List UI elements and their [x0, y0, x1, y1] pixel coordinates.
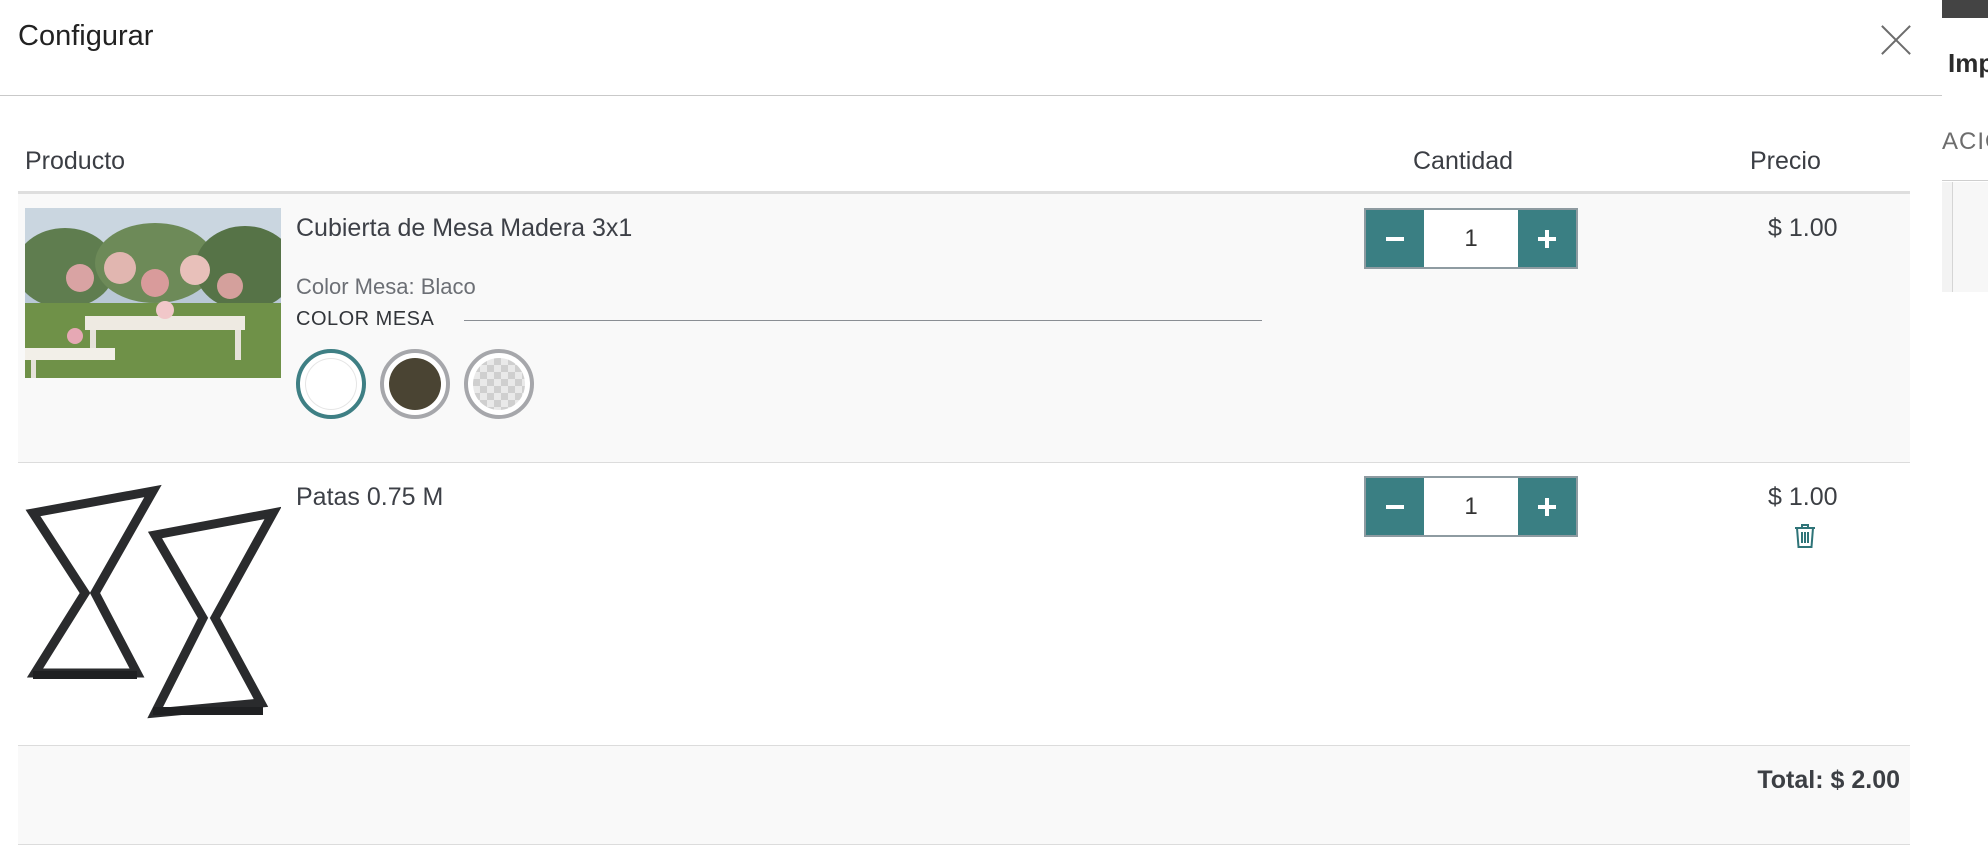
- table-row: Cubierta de Mesa Madera 3x1 Color Mesa: …: [18, 194, 1910, 463]
- quantity-input[interactable]: 1: [1424, 210, 1518, 267]
- quantity-input[interactable]: 1: [1424, 478, 1518, 535]
- product-name: Patas 0.75 M: [296, 483, 444, 511]
- quantity-stepper: 1: [1364, 208, 1578, 269]
- plus-icon[interactable]: [1518, 478, 1576, 535]
- close-icon[interactable]: [1876, 20, 1916, 60]
- configure-dialog: Configurar Producto Cantidad Precio Cubi…: [0, 0, 1942, 866]
- quantity-stepper: 1: [1364, 476, 1578, 537]
- table-row: Patas 0.75 M 1 $ 1.00: [18, 463, 1910, 746]
- plus-icon[interactable]: [1518, 210, 1576, 267]
- attribute-value-text: Color Mesa: Blaco: [296, 274, 476, 299]
- swatch-color: [473, 358, 525, 410]
- trash-icon[interactable]: [1794, 523, 1816, 549]
- background-field-right: [1953, 182, 1988, 292]
- total-row: Total: $ 2.00: [18, 746, 1910, 845]
- minus-icon[interactable]: [1366, 478, 1424, 535]
- product-image-garden-table: [25, 208, 281, 378]
- product-image-table-legs: [25, 473, 281, 733]
- swatch-color: [389, 358, 441, 410]
- attribute-label: COLOR MESA: [296, 308, 435, 330]
- background-label-imp: Imp: [1948, 48, 1988, 78]
- product-name: Cubierta de Mesa Madera 3x1: [296, 214, 633, 242]
- background-topbar: [1942, 0, 1988, 18]
- column-header-price: Precio: [1750, 147, 1821, 175]
- column-header-product: Producto: [25, 147, 126, 175]
- dialog-title: Configurar: [18, 20, 154, 52]
- column-header-quantity: Cantidad: [1413, 147, 1514, 175]
- minus-icon[interactable]: [1366, 210, 1424, 267]
- color-swatch-white[interactable]: [296, 349, 366, 419]
- background-label-cion: ACIÓ: [1942, 128, 1988, 155]
- attribute-divider: [464, 320, 1262, 321]
- background-page: Imp ACIÓ: [1942, 0, 1988, 866]
- total-amount: Total: $ 2.00: [1757, 766, 1900, 794]
- swatch-color: [305, 358, 357, 410]
- color-swatch-transparent[interactable]: [464, 349, 534, 419]
- background-field-left: [1942, 182, 1953, 292]
- color-swatch-dark[interactable]: [380, 349, 450, 419]
- background-divider: [1942, 180, 1988, 181]
- product-price: $ 1.00: [1768, 483, 1838, 511]
- product-price: $ 1.00: [1768, 214, 1838, 242]
- dialog-header: Configurar: [0, 0, 1942, 96]
